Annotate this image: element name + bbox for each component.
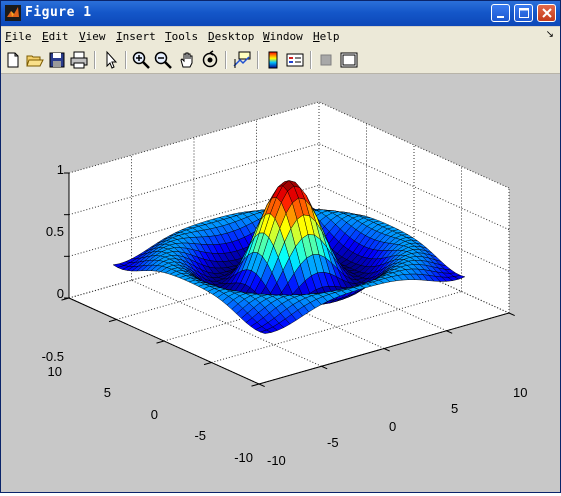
open-file-icon[interactable] <box>25 50 45 70</box>
surface-plot[interactable]: 1 0.5 0 -0.5 10 5 0 -5 -10 -10 -5 0 5 10 <box>1 74 560 492</box>
toolbar-separator <box>94 51 96 69</box>
menu-help[interactable]: Help <box>313 30 340 43</box>
matlab-logo-icon <box>5 5 21 21</box>
save-icon[interactable] <box>47 50 67 70</box>
dock-figure-icon[interactable]: ↘ <box>546 29 554 40</box>
axis-line <box>156 340 165 344</box>
figure-canvas[interactable]: 1 0.5 0 -0.5 10 5 0 -5 -10 -10 -5 0 5 10 <box>1 74 560 492</box>
z-tick-label: -0.5 <box>42 349 64 364</box>
figure-toolbar <box>1 47 560 74</box>
toolbar-separator <box>257 51 259 69</box>
axis-line <box>251 383 260 387</box>
title-bar[interactable]: Figure 1 <box>1 1 560 26</box>
minimize-button[interactable] <box>491 4 510 22</box>
axis-line <box>446 330 453 334</box>
menu-view[interactable]: View <box>79 30 106 43</box>
y-tick-label: 0 <box>151 407 158 422</box>
menu-tools[interactable]: Tools <box>165 30 198 43</box>
y-tick-label: 10 <box>48 364 62 379</box>
menu-insert[interactable]: Insert <box>116 30 156 43</box>
colorbar-icon[interactable] <box>263 50 283 70</box>
axis-line <box>258 383 265 388</box>
window-title: Figure 1 <box>25 5 92 20</box>
z-tick-label: 1 <box>57 162 64 177</box>
maximize-button[interactable] <box>514 4 533 22</box>
zoom-in-icon[interactable] <box>131 50 151 70</box>
y-tick-label: 5 <box>104 385 111 400</box>
data-cursor-icon[interactable] <box>232 50 252 70</box>
menu-file[interactable]: File <box>5 30 32 43</box>
y-tick-label: -10 <box>234 450 253 465</box>
legend-icon[interactable] <box>285 50 305 70</box>
x-tick-label: -5 <box>327 435 339 450</box>
print-icon[interactable] <box>69 50 89 70</box>
axis-line <box>321 365 328 370</box>
rotate-3d-icon[interactable] <box>200 50 220 70</box>
show-plot-tools-icon[interactable] <box>339 50 359 70</box>
x-tick-label: 0 <box>389 419 396 434</box>
x-tick-label: 10 <box>513 385 527 400</box>
zoom-out-icon[interactable] <box>153 50 173 70</box>
x-tick-label: -10 <box>267 453 286 468</box>
menu-bar: File Edit View Insert Tools Desktop Wind… <box>1 27 560 47</box>
figure-window: Figure 1 File Edit View Insert Tools Des… <box>0 0 561 493</box>
hide-plot-tools-icon[interactable] <box>316 50 336 70</box>
axis-line <box>508 312 515 317</box>
toolbar-separator <box>225 51 227 69</box>
axis-line <box>383 348 390 352</box>
new-figure-icon[interactable] <box>3 50 23 70</box>
pan-hand-icon[interactable] <box>177 50 197 70</box>
axis-line <box>203 362 212 366</box>
menu-edit[interactable]: Edit <box>42 30 69 43</box>
z-tick-label: 0.5 <box>46 224 64 239</box>
close-button[interactable] <box>537 4 556 22</box>
axis-line <box>108 319 117 323</box>
toolbar-separator <box>125 51 127 69</box>
menu-window[interactable]: Window <box>263 30 303 43</box>
toolbar-separator <box>310 51 312 69</box>
edit-plot-arrow-icon[interactable] <box>101 50 121 70</box>
y-tick-label: -5 <box>194 428 206 443</box>
x-tick-label: 5 <box>451 401 458 416</box>
z-tick-label: 0 <box>57 286 64 301</box>
menu-desktop[interactable]: Desktop <box>208 30 254 43</box>
